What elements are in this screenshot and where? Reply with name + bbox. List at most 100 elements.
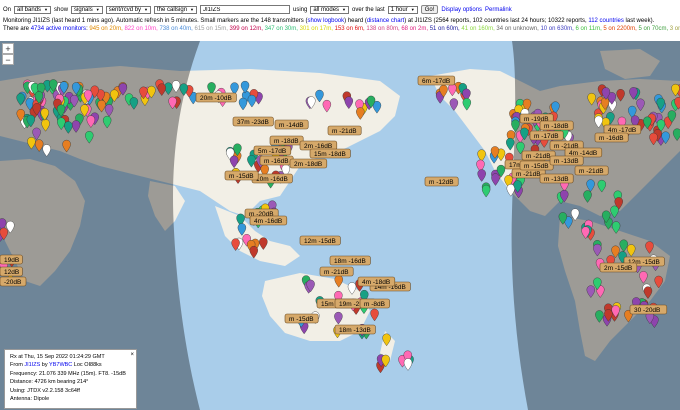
spot-label-text: -20dB (4, 279, 21, 286)
spot-label-text: 4m -18dB (362, 279, 390, 286)
close-icon[interactable]: × (130, 351, 134, 359)
band-count: 301 on 17m, (299, 26, 335, 32)
spot-label-text: 30 -20dB (634, 307, 660, 314)
spot-label[interactable]: m -13dB (539, 173, 574, 184)
spot-label[interactable]: 2m -15dB (599, 262, 638, 273)
spot-label[interactable]: m -8dB (359, 298, 390, 309)
station-marker[interactable] (370, 308, 379, 322)
popup-from-label: From (10, 362, 25, 369)
zoom-out-button[interactable]: − (2, 54, 14, 65)
spot-label[interactable]: m -15dB (284, 313, 319, 324)
station-marker[interactable] (477, 169, 486, 182)
spot-label[interactable]: 4m -17dB (603, 124, 642, 135)
station-marker[interactable] (491, 173, 500, 186)
spot-label-text: 4m -16dB (254, 218, 282, 225)
spot-label[interactable]: 12dB (0, 266, 23, 277)
period-select[interactable]: 1 hour ▼ (387, 5, 418, 14)
night-right (511, 41, 680, 410)
direction-select-value: sent/rcvd by (108, 6, 142, 13)
spot-label[interactable]: 5m -17dB (253, 145, 292, 156)
spot-label[interactable]: m -12dB (424, 176, 459, 187)
spot-label-text: m -17dB (534, 133, 559, 140)
spot-label[interactable]: 2m -18dB (289, 158, 328, 169)
display-options-link[interactable]: Display options (441, 6, 482, 14)
spot-label[interactable]: m -13dB (549, 155, 584, 166)
spot-label-text: m -18dB (274, 138, 299, 145)
spot-label[interactable]: 4m -14dB (564, 147, 603, 158)
spot-label[interactable]: m -16dB (259, 155, 294, 166)
control-panel: On all bands ▼ show signals ▼ sent/rcvd by… (0, 0, 680, 36)
spot-label[interactable]: 2m -16dB (299, 140, 338, 151)
mode-select[interactable]: all modes ▼ (310, 5, 350, 14)
zoom-in-button[interactable]: + (2, 43, 14, 54)
distance-chart-link[interactable]: distance chart (367, 18, 404, 24)
spot-label[interactable]: 4m -18dB (357, 276, 396, 287)
station-marker[interactable] (403, 358, 413, 371)
spot-label[interactable]: 4m -16dB (249, 215, 288, 226)
spot-label[interactable]: m -21dB (319, 266, 354, 277)
popup-antenna: Antenna: Dipole (10, 396, 50, 403)
spot-label[interactable]: 15m -18dB (309, 148, 351, 159)
spot-label[interactable]: 20m -10dB (195, 92, 237, 103)
band-select-value: all bands (17, 6, 42, 13)
spot-label[interactable]: 18m -13dB (334, 324, 376, 335)
spot-label[interactable]: m -14dB (274, 119, 309, 130)
on-label: On (3, 6, 12, 13)
band-count: 68 on 2m, (401, 26, 430, 32)
spot-label-text: 15m -18dB (314, 151, 346, 158)
spot-label[interactable]: m -15dB (519, 160, 554, 171)
active-monitors-link[interactable]: 4734 active monitors (31, 26, 86, 32)
spot-label-text: m -13dB (544, 176, 569, 183)
band-count: 51 on 60m, (429, 26, 462, 32)
band-count: 822 on 10m, (124, 26, 160, 32)
spot-label[interactable]: m -15dB (224, 170, 259, 181)
direction-select[interactable]: sent/rcvd by ▼ (105, 5, 152, 14)
spot-label[interactable]: 30 -20dB (629, 304, 668, 315)
spot-label[interactable]: m -21dB (574, 165, 609, 176)
spot-label[interactable]: -20dB (0, 276, 27, 287)
spot-label-text: 18m -16dB (334, 258, 366, 265)
chevron-down-icon: ▼ (144, 6, 149, 12)
query-row: On all bands ▼ show signals ▼ sent/rcvd by… (3, 4, 512, 15)
target-select[interactable]: the callsign ▼ (154, 5, 198, 14)
show-select[interactable]: signals ▼ (71, 5, 103, 14)
band-counts: 945 on 20m, 822 on 10m, 738 on 40m, 615 … (89, 26, 680, 32)
countries-link[interactable]: 112 countries (588, 18, 624, 24)
callsign-input[interactable] (200, 5, 291, 14)
band-select[interactable]: all bands ▼ (14, 5, 52, 14)
chevron-down-icon: ▼ (95, 6, 100, 12)
spot-label[interactable]: 37m -23dB (232, 116, 274, 127)
spot-label[interactable]: 6m -17dB (417, 75, 456, 86)
spot-label[interactable]: 18m -16dB (329, 255, 371, 266)
spot-label-text: m -15dB (524, 163, 549, 170)
show-logbook-link[interactable]: show logbook (307, 18, 344, 24)
spot-label[interactable]: m -18dB (539, 120, 574, 131)
popup-distance: Distance: 4726 km bearing 214° (10, 379, 89, 386)
chevron-down-icon: ▼ (342, 6, 347, 12)
band-count: 5 on 70cm, (638, 26, 670, 32)
show-label: show (54, 6, 69, 13)
spot-label-text: 18m -13dB (339, 327, 371, 334)
spot-label[interactable]: m -16dB (594, 132, 629, 143)
spot-label[interactable]: m -17dB (529, 130, 564, 141)
spot-label[interactable]: 12m -15dB (299, 235, 341, 246)
spot-label-text: m -15dB (229, 173, 254, 180)
spot-label[interactable]: 19dB (0, 254, 23, 265)
spot-label-text: 2m -15dB (604, 265, 632, 272)
spot-label-text: 19dB (4, 257, 19, 264)
popup-locator: Loc OI88ks (72, 362, 102, 369)
status-text-a: Monitoring JI1IZS (last heard 1 mins ago… (3, 18, 308, 24)
spot-label-text: m -21dB (526, 153, 551, 160)
popup-software: Using: JTDX v2.2.158 3c64ff (10, 387, 80, 394)
spot-label[interactable]: m -18dB (269, 135, 304, 146)
spot-label-text: m -14dB (279, 122, 304, 129)
go-button[interactable]: Go! (420, 5, 439, 14)
band-count: 347 on 30m, (264, 26, 300, 32)
from-callsign-link[interactable]: JI1IZS (24, 362, 40, 368)
by-callsign-link[interactable]: YB7WBC (49, 362, 72, 368)
station-marker[interactable] (481, 184, 491, 198)
permalink-link[interactable]: Permalink (485, 6, 512, 14)
spot-label-text: m -18dB (544, 123, 569, 130)
spot-label[interactable]: m -21dB (327, 125, 362, 136)
spot-label-text: m -12dB (429, 179, 454, 186)
